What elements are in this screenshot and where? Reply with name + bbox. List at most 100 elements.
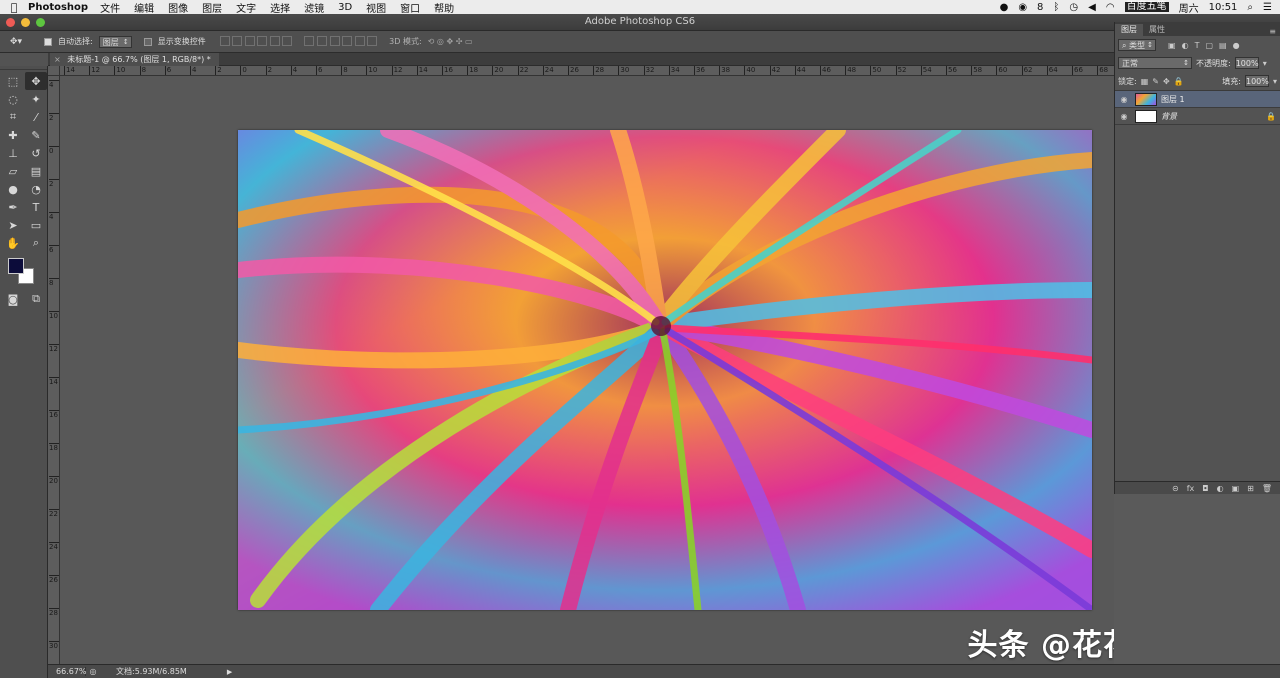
align-top-icon[interactable] xyxy=(219,35,230,46)
menu-image[interactable]: 图像 xyxy=(168,0,188,15)
zoom-level[interactable]: 66.67% xyxy=(48,667,87,676)
screen-mode-tool-icon[interactable]: ⧉ xyxy=(25,290,47,308)
status-info-icon[interactable]: ◎ xyxy=(86,667,100,676)
filter-toggle-icon[interactable]: ● xyxy=(1233,41,1240,50)
3d-rotate-icon[interactable]: ⟲ xyxy=(428,37,435,46)
panel-menu-icon[interactable]: ≡ xyxy=(1269,27,1280,36)
eyedropper-tool-icon[interactable]: ⁄ xyxy=(25,108,47,126)
distribute-hcenter-icon[interactable] xyxy=(354,35,365,46)
filter-pixel-icon[interactable]: ▣ xyxy=(1168,41,1176,50)
vertical-ruler[interactable]: 4 2 0 2 4 6 8 10 12 14 16 18 20 22 24 26 28 30 xyxy=(48,76,60,664)
zoom-tool-icon[interactable]: ⌕ xyxy=(25,234,47,252)
lock-transparent-icon[interactable]: ▦ xyxy=(1141,77,1149,86)
horizontal-ruler[interactable]: 14 12 10 8 6 4 2 0 2 4 6 8 10 12 14 16 18 20 22 24 26 28 30 32 3… xyxy=(60,66,1114,76)
link-layers-icon[interactable]: ⊝ xyxy=(1172,484,1179,493)
document-tab[interactable]: × 未标题-1 @ 66.7% (图层 1, RGB/8*) * xyxy=(50,53,219,66)
menu-view[interactable]: 视图 xyxy=(366,0,386,15)
blend-mode-dropdown[interactable]: 正常 xyxy=(1118,57,1192,69)
align-vcenter-icon[interactable] xyxy=(232,35,243,46)
distribute-right-icon[interactable] xyxy=(367,35,378,46)
close-document-icon[interactable]: × xyxy=(54,55,61,64)
healing-brush-tool-icon[interactable]: ✚ xyxy=(2,126,24,144)
app-menu[interactable]: Photoshop xyxy=(28,2,88,13)
document-canvas[interactable] xyxy=(238,130,1092,610)
distribute-top-icon[interactable] xyxy=(304,35,315,46)
3d-roll-icon[interactable]: ◎ xyxy=(437,37,444,46)
menu-file[interactable]: 文件 xyxy=(100,0,120,15)
dodge-tool-icon[interactable]: ◔ xyxy=(25,180,47,198)
opacity-field[interactable]: 100% xyxy=(1234,57,1259,69)
menu-help[interactable]: 帮助 xyxy=(434,0,454,15)
volume-icon[interactable]: ◀ xyxy=(1088,2,1096,13)
bluetooth-icon[interactable]: ᛒ xyxy=(1053,2,1059,13)
align-right-icon[interactable] xyxy=(282,35,293,46)
gradient-tool-icon[interactable]: ▤ xyxy=(25,162,47,180)
align-left-icon[interactable] xyxy=(257,35,268,46)
lock-all-icon[interactable]: 🔒 xyxy=(1174,77,1184,86)
3d-scale-icon[interactable]: ▭ xyxy=(465,37,473,46)
chat-icon[interactable]: ◉ xyxy=(1018,2,1027,13)
show-transform-checkbox[interactable] xyxy=(143,37,152,46)
apple-menu-icon[interactable]:  xyxy=(0,1,28,14)
history-brush-tool-icon[interactable]: ↺ xyxy=(25,144,47,162)
lasso-tool-icon[interactable]: ◌ xyxy=(2,90,24,108)
eraser-tool-icon[interactable]: ▱ xyxy=(2,162,24,180)
tab-properties[interactable]: 属性 xyxy=(1143,24,1171,36)
hand-tool-icon[interactable]: ✋ xyxy=(2,234,24,252)
align-bottom-icon[interactable] xyxy=(244,35,255,46)
layer-row[interactable]: ◉ 背景 🔒 xyxy=(1115,108,1280,125)
auto-select-checkbox[interactable] xyxy=(44,37,52,46)
menu-edit[interactable]: 编辑 xyxy=(134,0,154,15)
wifi-icon[interactable]: ◠ xyxy=(1106,2,1115,13)
marquee-tool-icon[interactable]: ⬚ xyxy=(2,72,24,90)
menu-3d[interactable]: 3D xyxy=(338,2,352,13)
visibility-eye-icon[interactable]: ◉ xyxy=(1115,112,1133,121)
fill-stepper[interactable]: ▾ xyxy=(1273,77,1277,86)
canvas-workspace[interactable] xyxy=(60,76,1114,664)
filter-shape-icon[interactable]: ▢ xyxy=(1205,41,1213,50)
time-machine-icon[interactable]: ◷ xyxy=(1069,2,1078,13)
spotlight-icon[interactable]: ⌕ xyxy=(1247,2,1253,13)
shape-tool-icon[interactable]: ▭ xyxy=(25,216,47,234)
align-hcenter-icon[interactable] xyxy=(269,35,280,46)
distribute-vcenter-icon[interactable] xyxy=(316,35,327,46)
brush-tool-icon[interactable]: ✎ xyxy=(25,126,47,144)
tool-preset-picker[interactable]: ✥▾ xyxy=(10,37,38,47)
quick-mask-tool-icon[interactable]: ◙ xyxy=(2,290,24,308)
layer-style-icon[interactable]: fx xyxy=(1187,484,1195,493)
menu-select[interactable]: 选择 xyxy=(270,0,290,15)
blur-tool-icon[interactable]: ● xyxy=(2,180,24,198)
notification-center-icon[interactable]: ☰ xyxy=(1263,2,1272,13)
pen-tool-icon[interactable]: ✒ xyxy=(2,198,24,216)
crop-tool-icon[interactable]: ⌗ xyxy=(2,108,24,126)
add-mask-icon[interactable]: ◘ xyxy=(1202,484,1208,493)
layer-name[interactable]: 背景 xyxy=(1161,111,1266,122)
ime-indicator[interactable]: 百度五笔 xyxy=(1124,2,1169,12)
filter-adjust-icon[interactable]: ◐ xyxy=(1182,41,1189,50)
clock-day[interactable]: 周六 xyxy=(1179,0,1199,15)
menu-layer[interactable]: 图层 xyxy=(202,0,222,15)
menu-type[interactable]: 文字 xyxy=(236,0,256,15)
menu-window[interactable]: 窗口 xyxy=(400,0,420,15)
filter-type-icon[interactable]: T xyxy=(1195,41,1200,50)
type-tool-icon[interactable]: T xyxy=(25,198,47,216)
adjustment-layer-icon[interactable]: ◐ xyxy=(1217,484,1224,493)
tab-layers[interactable]: 图层 xyxy=(1115,24,1143,36)
path-select-tool-icon[interactable]: ➤ xyxy=(2,216,24,234)
move-tool-icon[interactable]: ✥ xyxy=(25,72,47,90)
clock-time[interactable]: 10:51 xyxy=(1209,2,1238,13)
auto-select-dropdown[interactable]: 图层 xyxy=(98,35,132,48)
new-group-icon[interactable]: ▣ xyxy=(1232,484,1240,493)
new-layer-icon[interactable]: ⊞ xyxy=(1247,484,1254,493)
fill-field[interactable]: 100% xyxy=(1244,75,1269,87)
quick-select-tool-icon[interactable]: ✦ xyxy=(25,90,47,108)
opacity-stepper[interactable]: ▾ xyxy=(1263,59,1267,68)
layer-row[interactable]: ◉ 图层 1 xyxy=(1115,91,1280,108)
distribute-left-icon[interactable] xyxy=(342,35,353,46)
status-menu-arrow[interactable]: ▶ xyxy=(227,668,232,676)
visibility-eye-icon[interactable]: ◉ xyxy=(1115,95,1133,104)
3d-slide-icon[interactable]: ✣ xyxy=(456,37,463,46)
tray-badge[interactable]: 8 xyxy=(1037,2,1043,13)
notification-icon[interactable]: ● xyxy=(1000,2,1009,13)
distribute-bottom-icon[interactable] xyxy=(329,35,340,46)
